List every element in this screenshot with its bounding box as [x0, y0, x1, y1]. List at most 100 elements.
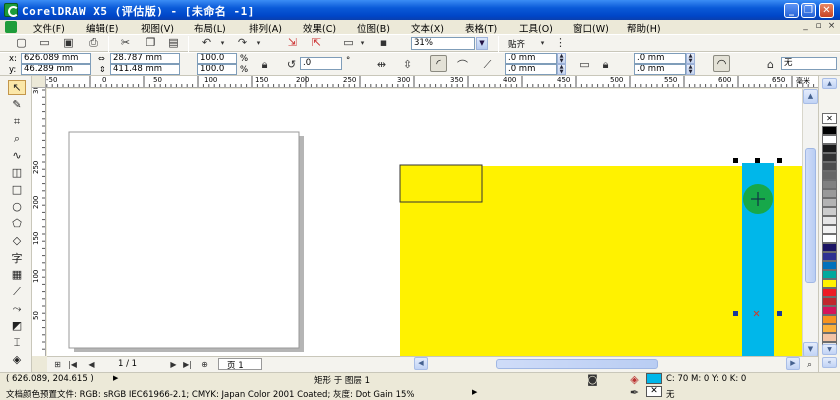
text-tool-icon[interactable]: 字	[8, 250, 26, 265]
paste-icon[interactable]: ▤	[166, 35, 181, 50]
last-page-icon[interactable]: ▶|	[180, 357, 195, 372]
scroll-right-button[interactable]: ▶	[786, 357, 800, 370]
selection-handle[interactable]	[733, 158, 738, 163]
doc-minimize-button[interactable]: _	[800, 21, 811, 32]
vertical-ruler[interactable]: 300 250 200 150 100 50	[32, 88, 46, 356]
menu-view[interactable]: 视图(V)	[141, 21, 174, 35]
corner-radius-top-right-field[interactable]: .0 mm	[634, 53, 686, 64]
pick-tool-icon[interactable]: ↖	[8, 80, 26, 95]
launcher-dropdown-icon[interactable]: ▾	[355, 35, 370, 50]
palette-swatch[interactable]	[822, 135, 837, 144]
next-page-icon[interactable]: ▶	[166, 357, 181, 372]
relative-corner-scaling-button[interactable]: ◠	[713, 55, 730, 72]
small-outlined-rectangle[interactable]	[399, 164, 483, 203]
palette-swatch[interactable]	[822, 234, 837, 243]
no-color-swatch[interactable]: ✕	[822, 113, 837, 124]
menu-window[interactable]: 窗口(W)	[573, 21, 609, 35]
palette-swatch[interactable]	[822, 207, 837, 216]
polygon-tool-icon[interactable]: ⬠	[8, 216, 26, 231]
shape-tool-icon[interactable]: ✎	[8, 97, 26, 112]
palette-scroll-up-button[interactable]: ▲	[822, 78, 837, 89]
drawing-canvas[interactable]	[47, 89, 802, 356]
edit-corners-together-icon[interactable]: ▭	[577, 57, 592, 72]
palette-swatch[interactable]	[822, 270, 837, 279]
menu-table[interactable]: 表格(T)	[465, 21, 497, 35]
crop-tool-icon[interactable]: ⌗	[8, 114, 26, 129]
palette-expand-button[interactable]: «	[822, 357, 837, 368]
palette-swatch[interactable]	[822, 306, 837, 315]
outline-width-field[interactable]: 无	[781, 57, 837, 70]
welcome-screen-icon[interactable]: ▪	[376, 35, 391, 50]
coreldraw-app-icon[interactable]	[4, 3, 19, 17]
palette-swatch[interactable]	[822, 297, 837, 306]
corner-radius-bottom-right-field[interactable]: .0 mm	[634, 64, 686, 75]
corner-br-spinner[interactable]: ▲ ▼	[686, 64, 695, 75]
import-icon[interactable]: ⇲	[285, 35, 300, 50]
fill-tool-icon[interactable]: ◈	[8, 352, 26, 367]
blend-tool-icon[interactable]: ◩	[8, 318, 26, 333]
doc-restore-button[interactable]: ▫	[813, 21, 824, 32]
selection-handle[interactable]	[733, 311, 738, 316]
table-tool-icon[interactable]: ▦	[8, 267, 26, 282]
palette-swatch[interactable]	[822, 243, 837, 252]
height-field[interactable]: 411.48 mm	[110, 64, 180, 75]
cut-icon[interactable]: ✂	[118, 35, 133, 50]
palette-swatch[interactable]	[822, 162, 837, 171]
palette-swatch[interactable]	[822, 252, 837, 261]
lock-ratio-icon[interactable]: 🔒︎	[257, 57, 272, 72]
palette-swatch[interactable]	[822, 189, 837, 198]
selection-handle[interactable]	[755, 158, 760, 163]
palette-swatch[interactable]	[822, 225, 837, 234]
display-mode-icon[interactable]: ◙	[585, 372, 600, 387]
palette-swatch[interactable]	[822, 153, 837, 162]
corner-radius-bottom-left-field[interactable]: .0 mm	[505, 64, 557, 75]
menu-help[interactable]: 帮助(H)	[627, 21, 661, 35]
x-position-field[interactable]: 626.089 mm	[21, 53, 91, 64]
redo-icon[interactable]: ↷	[235, 35, 250, 50]
horizontal-scroll-thumb[interactable]	[496, 359, 658, 369]
width-field[interactable]: 28.787 mm	[110, 53, 180, 64]
outline-pen-status-icon[interactable]: ✒	[627, 385, 642, 400]
palette-swatch[interactable]	[822, 171, 837, 180]
mirror-horizontal-icon[interactable]: ⇹	[374, 57, 389, 72]
scroll-down-button[interactable]: ▼	[803, 342, 818, 357]
scale-height-field[interactable]: 100.0	[197, 64, 237, 75]
menu-text[interactable]: 文本(X)	[411, 21, 444, 35]
y-position-field[interactable]: 46.289 mm	[21, 64, 91, 75]
menu-tools[interactable]: 工具(O)	[519, 21, 553, 35]
connector-tool-icon[interactable]: ⤳	[8, 301, 26, 316]
redo-dropdown-icon[interactable]: ▾	[251, 35, 266, 50]
undo-icon[interactable]: ↶	[199, 35, 214, 50]
scallop-corner-icon[interactable]: ⌒	[455, 57, 470, 72]
page-tab[interactable]: 页 1	[218, 358, 262, 371]
menu-bitmaps[interactable]: 位图(B)	[357, 21, 390, 35]
document-icon[interactable]	[5, 21, 17, 33]
scroll-up-button[interactable]: ▲	[803, 89, 818, 104]
palette-swatch[interactable]	[822, 144, 837, 153]
menu-layout[interactable]: 布局(L)	[194, 21, 226, 35]
corner-tr-spinner[interactable]: ▲ ▼	[686, 53, 695, 64]
selection-handle[interactable]	[777, 311, 782, 316]
first-page-icon[interactable]: |◀	[65, 357, 80, 372]
application-launcher-icon[interactable]: ▭	[341, 35, 356, 50]
eyedropper-tool-icon[interactable]: ⌶	[8, 335, 26, 350]
horizontal-ruler[interactable]: -50 0 50 100 150 200 250 300 350 400 450…	[32, 76, 818, 88]
palette-swatch[interactable]	[822, 180, 837, 189]
corner-tl-spinner[interactable]: ▲ ▼	[557, 53, 566, 64]
undo-dropdown-icon[interactable]: ▾	[215, 35, 230, 50]
selection-handle[interactable]	[777, 158, 782, 163]
open-folder-icon[interactable]: ▭	[37, 35, 52, 50]
menu-file[interactable]: 文件(F)	[33, 21, 65, 35]
menu-edit[interactable]: 编辑(E)	[86, 21, 118, 35]
color-profile-arrow-icon[interactable]: ▶	[472, 388, 477, 396]
corner-bl-spinner[interactable]: ▲ ▼	[557, 64, 566, 75]
status-expand-arrow-icon[interactable]: ▶	[113, 374, 118, 382]
scroll-left-button[interactable]: ◀	[414, 357, 428, 370]
zoom-level-field[interactable]: 31%	[411, 37, 475, 50]
add-page-icon[interactable]: ⊕	[197, 357, 212, 372]
palette-swatch[interactable]	[822, 126, 837, 135]
ellipse-tool-icon[interactable]: ○	[8, 199, 26, 214]
freehand-tool-icon[interactable]: ∿	[8, 148, 26, 163]
zoom-navigator-icon[interactable]: ⌕	[802, 357, 817, 372]
palette-swatch[interactable]	[822, 333, 837, 342]
